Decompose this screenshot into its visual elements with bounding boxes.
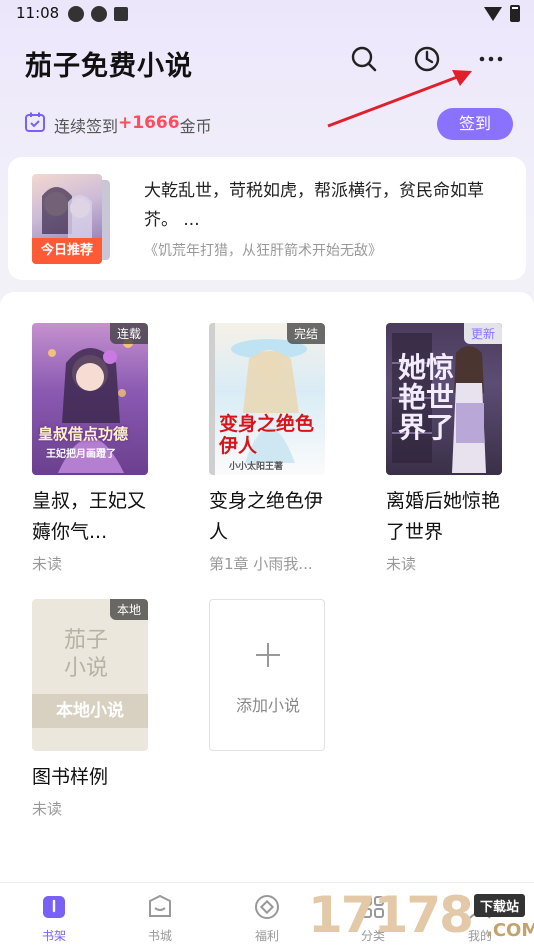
calendar-check-icon [25,112,45,132]
book-progress: 未读 [32,800,63,818]
site-watermark: 17178 下载站 .COM [308,886,534,950]
book-item[interactable]: 茄子小说 本地小说 本地 图书样例 未读 [32,599,150,819]
book-cover: 茄子小说 本地小说 本地 [32,599,148,751]
app-notification-icon [91,6,107,22]
notification-icons [68,6,128,22]
book-status-badge: 完结 [286,323,325,344]
recommend-cover: 今日推荐 [32,174,110,264]
add-novel-button[interactable]: 添加小说 [209,599,325,751]
more-icon[interactable] [476,44,506,74]
nav-bookshelf[interactable]: 书架 [24,893,84,944]
book-progress: 未读 [32,555,63,573]
recommend-badge: 今日推荐 [32,238,102,264]
book-item[interactable]: 变身之绝色伊人 小小太阳王著 完结 变身之绝色伊人 第1章 小雨我... [209,323,327,574]
daily-recommend-card[interactable]: 今日推荐 大乾乱世，苛税如虎，帮派横行，贫民命如草芥。 ... 《饥荒年打猎，从… [8,157,526,280]
book-title: 图书样例 [32,766,109,788]
app-title: 茄子免费小说 [25,51,193,82]
bookshelf-icon [43,896,65,918]
watermark-tag: 下载站 [474,894,526,917]
recommend-source: 《饥荒年打猎，从狂肝箭术开始无敌》 [144,243,382,259]
checkin-row: 连续签到 +1666 金币 签到 [24,108,514,140]
add-novel-label: 添加小说 [235,696,300,715]
status-time: 11:08 [16,4,60,22]
cover-title: 她惊艳世界了 [398,351,455,444]
checkin-text: 连续签到 +1666 金币 [54,113,212,137]
watermark-number: 17178 [308,886,474,944]
nav-welfare[interactable]: 福利 [237,893,297,944]
system-icons [484,5,520,22]
watermark-domain: .COM [486,920,534,941]
cover-subtitle: 王妃把月画蹬了 [46,449,116,460]
nav-label: 福利 [254,929,279,943]
checkin-prefix: 连续签到 [54,117,119,136]
recommend-description: 大乾乱世，苛税如虎，帮派横行，贫民命如草芥。 ... [144,181,484,230]
book-status-badge: 更新 [463,323,502,344]
book-cover: 变身之绝色伊人 小小太阳王著 完结 [209,323,325,475]
book-progress: 未读 [386,555,417,573]
cover-title: 变身之绝色伊人 [219,413,315,457]
nav-label: 书架 [41,929,66,943]
nav-bookstore[interactable]: 书城 [130,893,190,944]
welfare-icon [255,895,279,919]
book-status-badge: 本地 [109,599,148,620]
book-title: 皇叔，王妃又薅你气... [32,490,147,543]
cover-band: 本地小说 [32,694,148,728]
coin-count: +1666 [118,113,180,133]
book-status-badge: 连载 [109,323,148,344]
cover-title: 皇叔借点功德 [38,425,129,443]
book-progress: 第1章 小雨我... [209,555,313,573]
bookstore-icon [149,894,171,917]
book-title: 变身之绝色伊人 [209,490,324,543]
wifi-icon [484,6,502,21]
cover-title: 茄子小说 [64,628,109,681]
plus-icon [256,643,280,667]
checkin-suffix: 金币 [179,117,212,136]
a-notification-icon [114,7,128,21]
nav-label: 书城 [147,929,172,943]
book-item[interactable]: 皇叔借点功德 王妃把月画蹬了 连载 皇叔，王妃又薅你气... 未读 [32,323,150,574]
cover-subtitle: 小小太阳王著 [229,462,284,472]
status-bar: 11:08 [0,0,534,28]
app-notification-icon [68,6,84,22]
book-cover: 她惊艳世界了 更新 [386,323,502,475]
checkin-button[interactable]: 签到 [437,108,513,140]
book-title: 离婚后她惊艳了世界 [386,490,501,543]
book-cover: 皇叔借点功德 王妃把月画蹬了 连载 [32,323,148,475]
book-item[interactable]: 她惊艳世界了 更新 离婚后她惊艳了世界 未读 [386,323,504,574]
battery-icon [510,5,520,22]
